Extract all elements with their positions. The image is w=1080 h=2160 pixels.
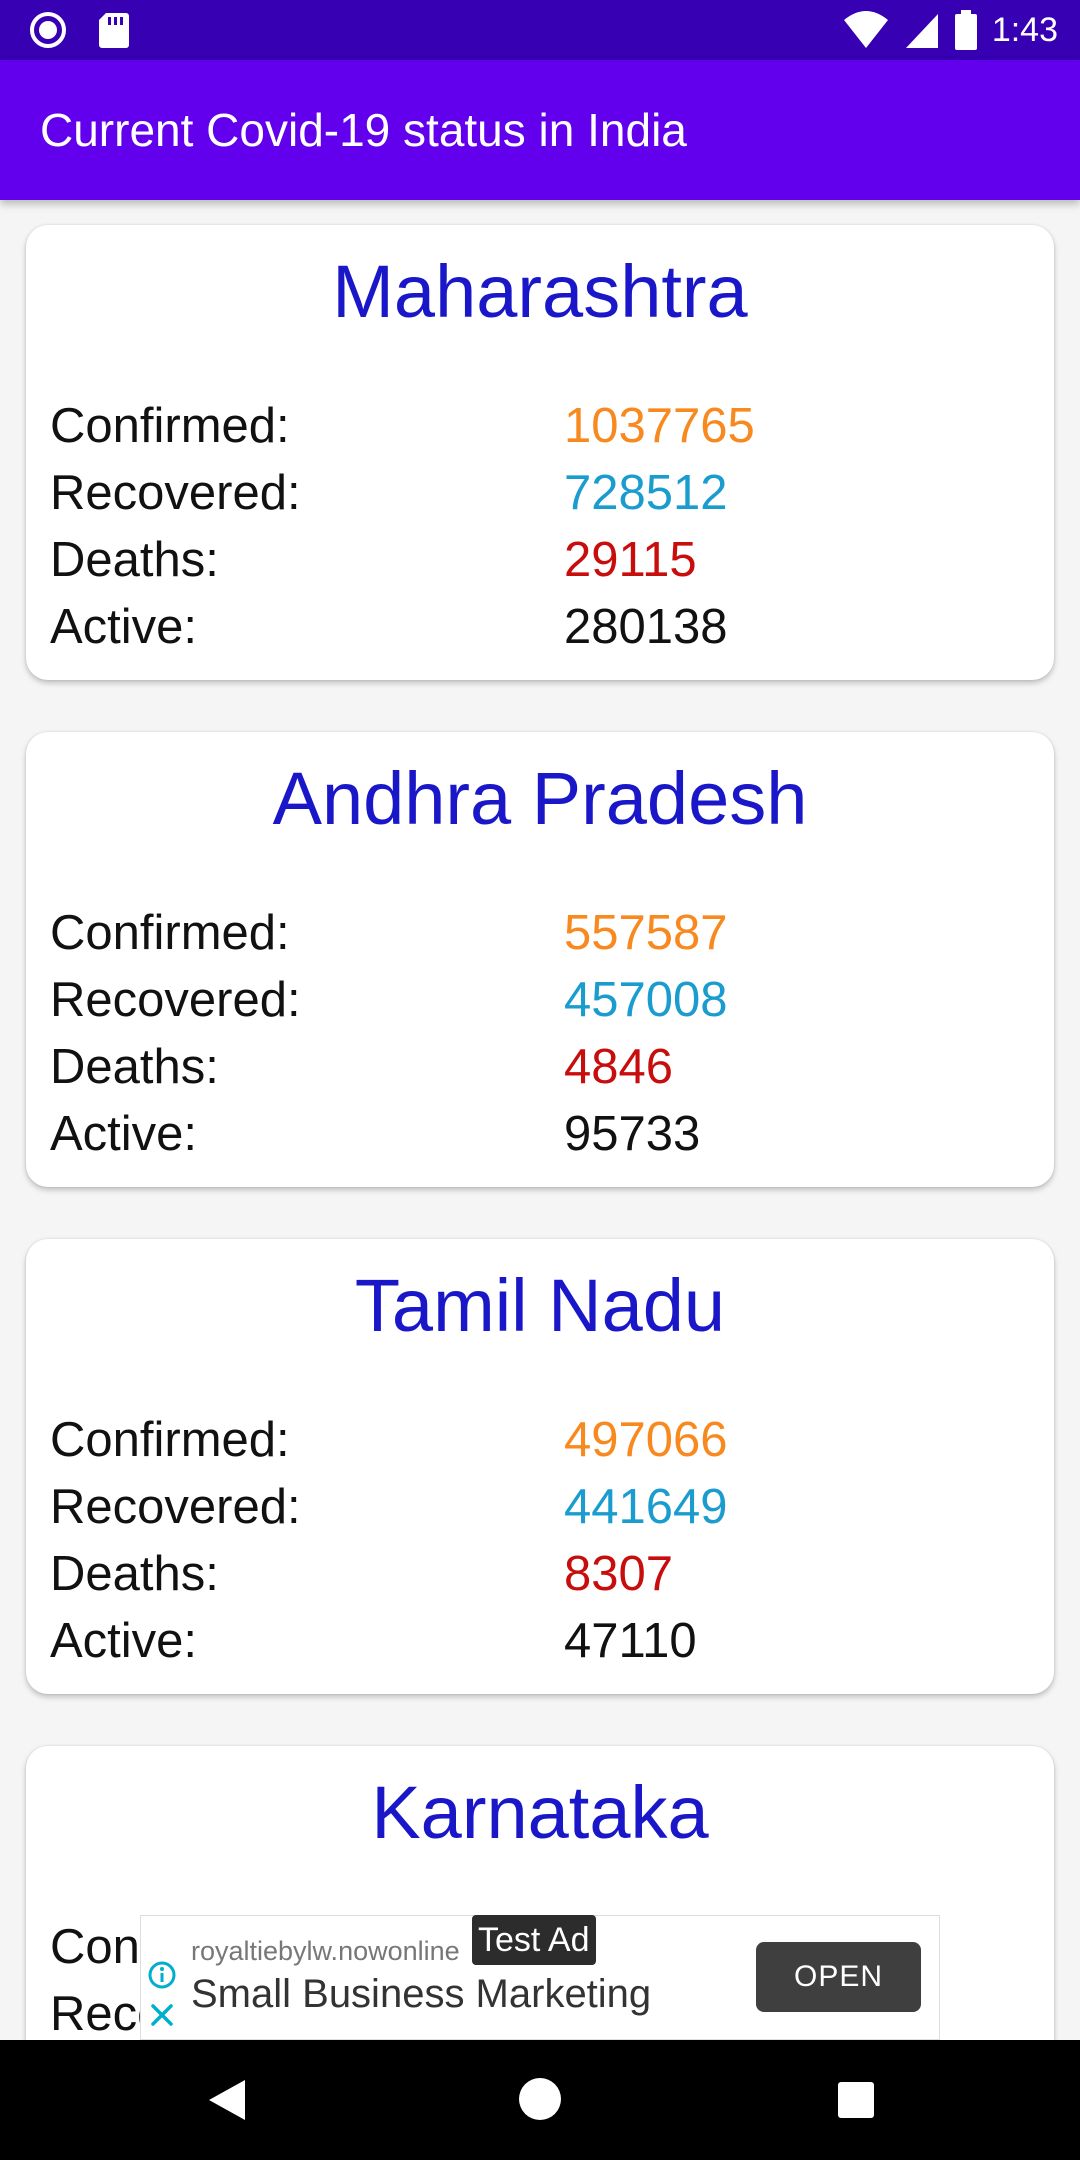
recovered-label: Recovered: <box>50 466 301 520</box>
back-icon[interactable] <box>205 2076 249 2129</box>
active-label: Active: <box>50 600 198 654</box>
recovered-value: 457008 <box>564 973 728 1027</box>
confirmed-value: 1037765 <box>564 399 755 453</box>
state-card-maharashtra: Maharashtra Confirmed: 1037765 Recovered… <box>26 225 1054 680</box>
active-label: Active: <box>50 1614 198 1668</box>
confirmed-row: Confirmed: 497066 <box>50 1407 1030 1473</box>
home-icon[interactable] <box>517 2076 563 2127</box>
state-card-tamil-nadu: Tamil Nadu Confirmed: 497066 Recovered: … <box>26 1239 1054 1694</box>
deaths-row: Deaths: 29115 <box>50 527 1030 593</box>
test-ad-badge: Test Ad <box>472 1915 596 1965</box>
recovered-value: 728512 <box>564 466 728 520</box>
notification-circle-icon <box>28 10 68 50</box>
state-name: Tamil Nadu <box>354 1264 726 1347</box>
ad-info-icon[interactable] <box>147 1960 177 1995</box>
confirmed-label: Confirmed: <box>50 399 290 453</box>
active-row: Active: 95733 <box>50 1101 1030 1167</box>
state-list[interactable]: Maharashtra Confirmed: 1037765 Recovered… <box>0 200 1080 2040</box>
active-row: Active: 280138 <box>50 594 1030 660</box>
active-value: 95733 <box>564 1107 701 1161</box>
recents-icon[interactable] <box>836 2080 876 2125</box>
recovered-label: Recovered: <box>50 1480 301 1534</box>
confirmed-label: Confirmed: <box>50 1413 290 1467</box>
clock: 1:43 <box>991 11 1058 49</box>
deaths-value: 4846 <box>564 1040 674 1094</box>
ad-url: royaltiebylw.nowonline <box>191 1936 460 1966</box>
recovered-row: Recovered: 441649 <box>50 1474 1030 1540</box>
state-name: Karnataka <box>371 1771 709 1854</box>
ad-headline[interactable]: Small Business Marketing <box>191 1972 651 2017</box>
deaths-row: Deaths: 4846 <box>50 1034 1030 1100</box>
wifi-icon <box>842 10 890 50</box>
active-label: Active: <box>50 1107 198 1161</box>
deaths-label: Deaths: <box>50 1040 219 1094</box>
battery-icon <box>954 9 978 51</box>
active-row: Active: 47110 <box>50 1608 1030 1674</box>
recovered-row: Recovered: 728512 <box>50 460 1030 526</box>
deaths-label: Deaths: <box>50 533 219 587</box>
status-bar: 1:43 <box>0 0 1080 60</box>
sd-card-icon <box>98 11 130 49</box>
active-value: 47110 <box>564 1614 697 1668</box>
state-name: Maharashtra <box>332 250 748 333</box>
ad-close-icon[interactable] <box>149 2002 175 2033</box>
active-value: 280138 <box>564 600 728 654</box>
recovered-row: Recovered: 457008 <box>50 967 1030 1033</box>
recovered-value: 441649 <box>564 1480 728 1534</box>
state-name: Andhra Pradesh <box>272 757 808 840</box>
confirmed-value: 497066 <box>564 1413 728 1467</box>
confirmed-value: 557587 <box>564 906 728 960</box>
deaths-label: Deaths: <box>50 1547 219 1601</box>
ad-open-button[interactable]: OPEN <box>756 1942 921 2012</box>
deaths-value: 29115 <box>564 533 697 587</box>
confirmed-row: Confirmed: 557587 <box>50 900 1030 966</box>
signal-icon <box>904 10 940 50</box>
navigation-bar <box>0 2040 1080 2160</box>
app-bar: Current Covid-19 status in India <box>0 60 1080 200</box>
deaths-row: Deaths: 8307 <box>50 1541 1030 1607</box>
recovered-label: Recovered: <box>50 973 301 1027</box>
state-card-andhra-pradesh: Andhra Pradesh Confirmed: 557587 Recover… <box>26 732 1054 1187</box>
confirmed-label: Confirmed: <box>50 906 290 960</box>
deaths-value: 8307 <box>564 1547 674 1601</box>
page-title: Current Covid-19 status in India <box>40 104 687 156</box>
confirmed-row: Confirmed: 1037765 <box>50 393 1030 459</box>
